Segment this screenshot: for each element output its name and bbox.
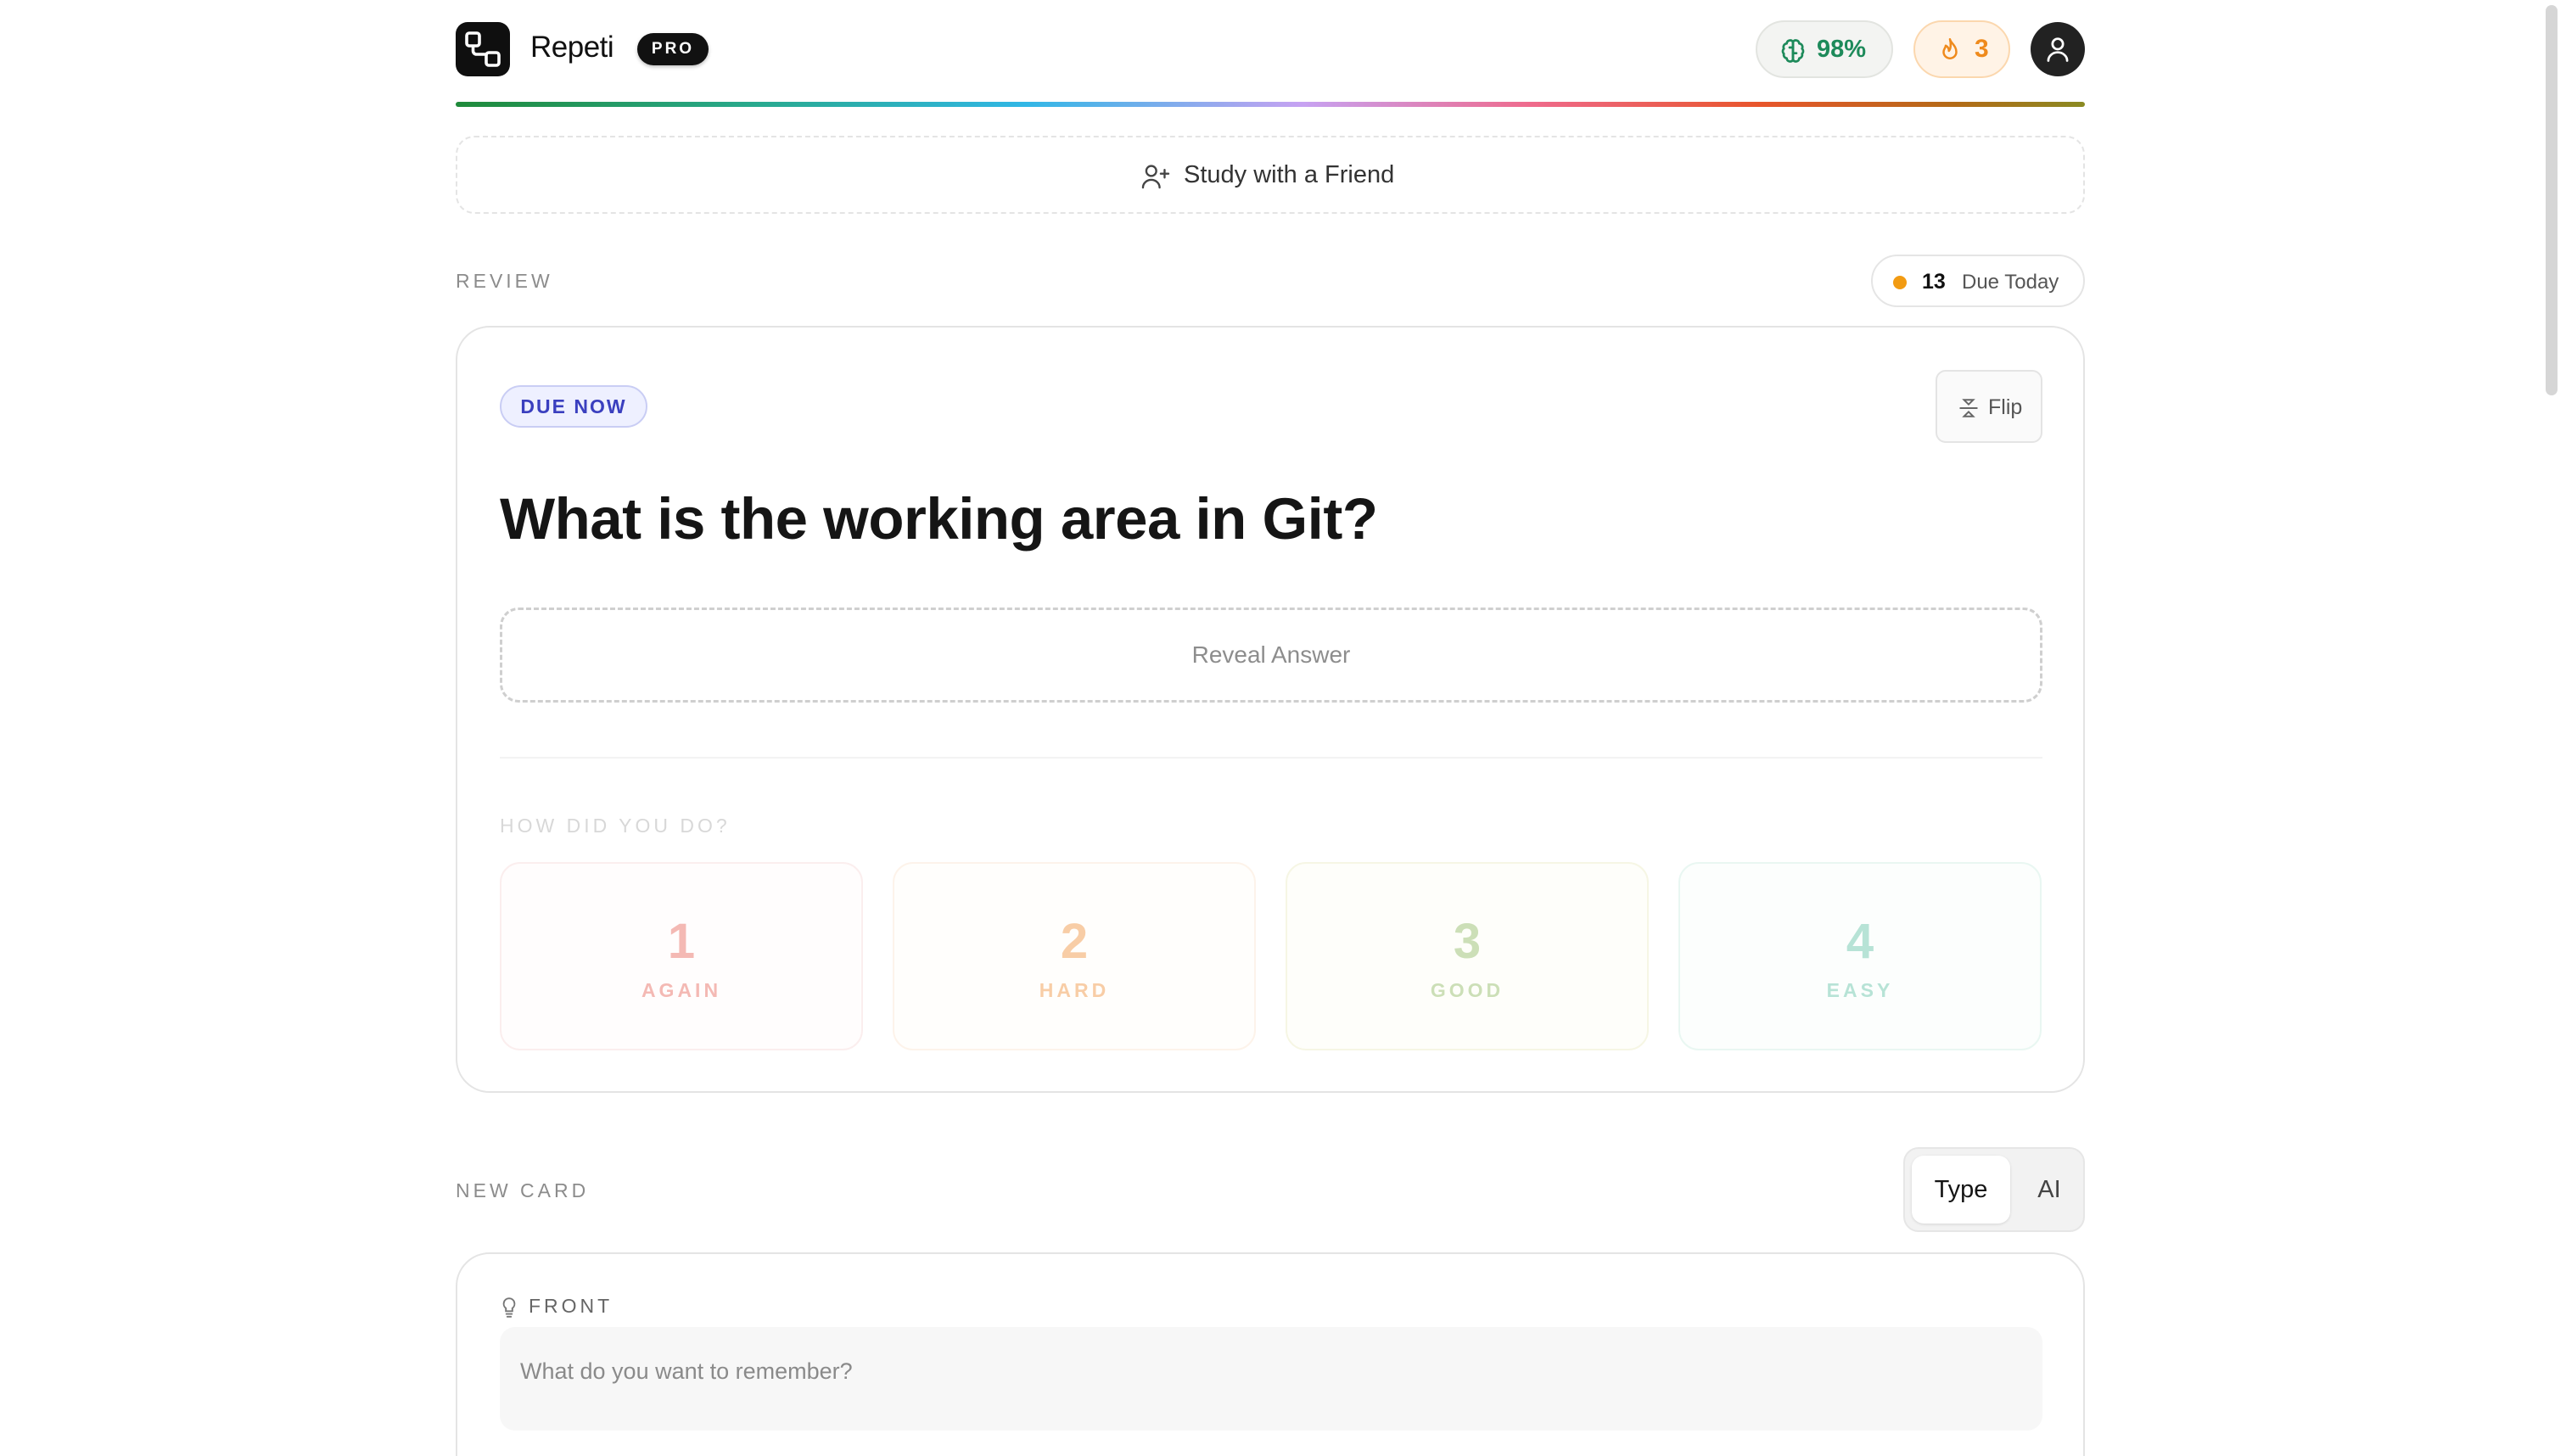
rating-good-button[interactable]: 3 GOOD [1286, 862, 1649, 1050]
streak-value: 3 [1975, 35, 1989, 63]
rating-key: 1 [667, 914, 696, 969]
due-label: Due Today [1962, 271, 2059, 294]
front-label-text: FRONT [529, 1295, 613, 1317]
user-icon [2047, 37, 2069, 62]
page-scrollbar[interactable] [2546, 5, 2558, 395]
due-dot-icon [1893, 276, 1907, 289]
rating-label: GOOD [1430, 979, 1504, 1001]
streak-pill[interactable]: 3 [1913, 20, 2010, 78]
mode-type-button[interactable]: Type [1912, 1156, 2010, 1224]
status-badge: DUE NOW [500, 385, 647, 428]
front-field-container [500, 1327, 2042, 1431]
rating-prompt: HOW DID YOU DO? [500, 815, 731, 837]
app-logo-icon[interactable] [456, 22, 510, 76]
due-today-badge: 13 Due Today [1871, 255, 2085, 307]
progress-gradient-bar [456, 102, 2085, 107]
rating-label: HARD [1039, 979, 1110, 1001]
review-section-label: REVIEW [456, 270, 553, 292]
lightbulb-icon [502, 1297, 516, 1318]
study-with-friend-label: Study with a Friend [1184, 161, 1395, 188]
rating-key: 3 [1453, 914, 1482, 969]
rating-label: AGAIN [641, 979, 722, 1001]
brain-icon [1781, 39, 1805, 63]
divider [500, 757, 2042, 759]
front-input[interactable] [500, 1327, 2042, 1395]
brand-name: Repeti [530, 31, 614, 64]
rating-label: EASY [1826, 979, 1894, 1001]
input-mode-toggle: Type AI [1903, 1147, 2085, 1232]
rating-again-button[interactable]: 1 AGAIN [500, 862, 863, 1050]
flip-button[interactable]: Flip [1936, 370, 2042, 443]
mode-ai-button[interactable]: AI [2024, 1156, 2075, 1224]
top-bar: Repeti PRO 98% 3 [456, 20, 2085, 78]
new-card-form: FRONT [456, 1252, 2085, 1456]
retention-pill[interactable]: 98% [1756, 20, 1893, 78]
reveal-answer-button[interactable]: Reveal Answer [500, 608, 2042, 703]
retention-value: 98% [1817, 36, 1867, 63]
pro-badge: PRO [637, 33, 709, 65]
rating-key: 4 [1846, 914, 1874, 969]
card-question: What is the working area in Git? [500, 486, 1378, 552]
flip-label: Flip [1988, 395, 2023, 419]
rating-key: 2 [1060, 914, 1089, 969]
new-card-section-label: NEW CARD [456, 1179, 590, 1201]
rating-hard-button[interactable]: 2 HARD [893, 862, 1256, 1050]
avatar[interactable] [2031, 22, 2085, 76]
review-card: DUE NOW Flip What is the working area in… [456, 326, 2085, 1093]
due-count: 13 [1922, 270, 1946, 294]
flip-icon [1959, 399, 1978, 417]
flame-icon [1942, 38, 1958, 59]
add-user-icon [1141, 165, 1170, 189]
rating-easy-button[interactable]: 4 EASY [1678, 862, 2042, 1050]
study-with-friend-button[interactable]: Study with a Friend [456, 136, 2085, 214]
